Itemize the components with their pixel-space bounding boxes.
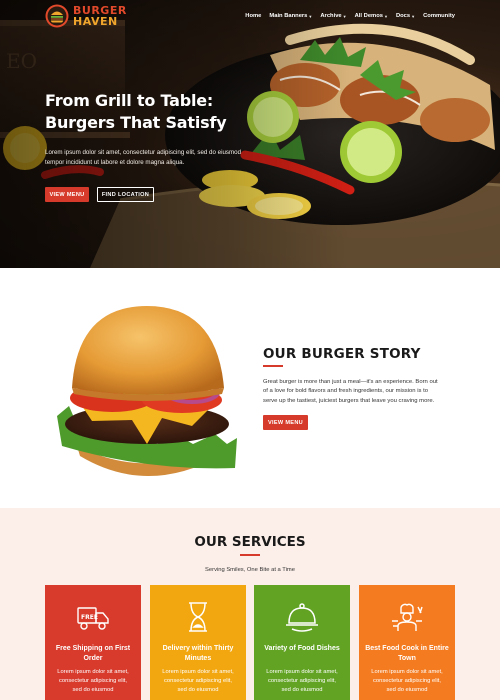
nav-archive-label: Archive — [320, 13, 342, 19]
nav-archive[interactable]: Archive ▼ — [320, 13, 346, 19]
service-card-text: Lorem ipsum dolor sit amet, consectetur … — [162, 669, 234, 694]
chef-icon — [392, 603, 423, 631]
hero-subtitle: Lorem ipsum dolor sit amet, consectetur … — [45, 149, 242, 166]
burger-image — [57, 306, 237, 476]
services-title: OUR SERVICES — [194, 534, 306, 550]
service-card-variety[interactable]: Variety of Food Dishes Lorem ipsum dolor… — [254, 585, 350, 700]
story-title-divider — [263, 365, 283, 367]
service-card-best-cook[interactable]: Best Food Cook in Entire Town Lorem ipsu… — [359, 585, 455, 700]
nav-community-label: Community — [423, 13, 455, 19]
service-card-free-shipping[interactable]: FREE Free Shipping on First Order Lorem … — [45, 585, 141, 700]
free-delivery-truck-icon: FREE — [77, 607, 109, 630]
hero-section: EO — [0, 0, 500, 268]
service-card-title: Delivery within Thirty Minutes — [162, 645, 234, 662]
nav-home-label: Home — [245, 13, 262, 19]
service-card-title: Variety of Food Dishes — [264, 645, 340, 652]
services-tagline: Serving Smiles, One Bite at a Time — [205, 567, 295, 573]
story-view-menu-button[interactable]: VIEW MENU — [263, 415, 308, 430]
main-menu: Home Main Banners ▼ Archive ▼ All Demos ▼ D… — [237, 13, 455, 19]
service-card-fast-delivery[interactable]: Delivery within Thirty Minutes Lorem ips… — [150, 585, 246, 700]
nav-docs[interactable]: Docs ▼ — [396, 13, 415, 19]
svg-text:FREE: FREE — [81, 614, 98, 621]
nav-docs-label: Docs — [395, 13, 411, 19]
hourglass-icon — [189, 602, 207, 632]
service-card-text: Lorem ipsum dolor sit amet, consectetur … — [266, 669, 338, 694]
services-title-divider — [240, 554, 260, 556]
chevron-down-icon: ▼ — [342, 13, 347, 19]
nav-home[interactable]: Home — [245, 13, 261, 19]
burger-logo-icon — [45, 4, 69, 28]
hero-find-location-button[interactable]: FIND LOCATION — [97, 187, 154, 202]
services-section: OUR SERVICES Serving Smiles, One Bite at… — [0, 508, 500, 700]
nav-community[interactable]: Community — [423, 13, 455, 19]
nav-main-banners-label: Main Banners — [269, 13, 308, 19]
story-title: OUR BURGER STORY — [263, 346, 421, 362]
hero-overlay — [0, 0, 500, 268]
nav-main-banners[interactable]: Main Banners ▼ — [269, 13, 312, 19]
nav-all-demos[interactable]: All Demos ▼ — [355, 13, 388, 19]
service-card-title: Free Shipping on First Order — [55, 645, 131, 662]
story-text: Great burger is more than just a meal—it… — [263, 379, 438, 404]
brand-wordmark: BURGER HAVEN — [73, 5, 127, 27]
nav-all-demos-label: All Demos — [354, 13, 383, 19]
service-card-title: Best Food Cook in Entire Town — [365, 645, 449, 662]
food-cloche-icon — [286, 603, 318, 632]
brand-line-2: HAVEN — [73, 15, 118, 28]
brand-logo[interactable]: BURGER HAVEN — [45, 4, 127, 28]
chevron-down-icon: ▼ — [383, 13, 388, 19]
top-navbar: BURGER HAVEN Home Main Banners ▼ Archive ▼… — [0, 0, 500, 34]
chevron-down-icon: ▼ — [308, 13, 313, 19]
story-section: OUR BURGER STORY Great burger is more th… — [0, 268, 500, 508]
service-card-text: Lorem ipsum dolor sit amet, consectetur … — [371, 669, 443, 694]
service-card-text: Lorem ipsum dolor sit amet, consectetur … — [57, 669, 129, 694]
hero-title: From Grill to Table: Burgers That Satisf… — [45, 91, 227, 132]
chevron-down-icon: ▼ — [411, 13, 416, 19]
hero-view-menu-button[interactable]: VIEW MENU — [45, 187, 89, 202]
